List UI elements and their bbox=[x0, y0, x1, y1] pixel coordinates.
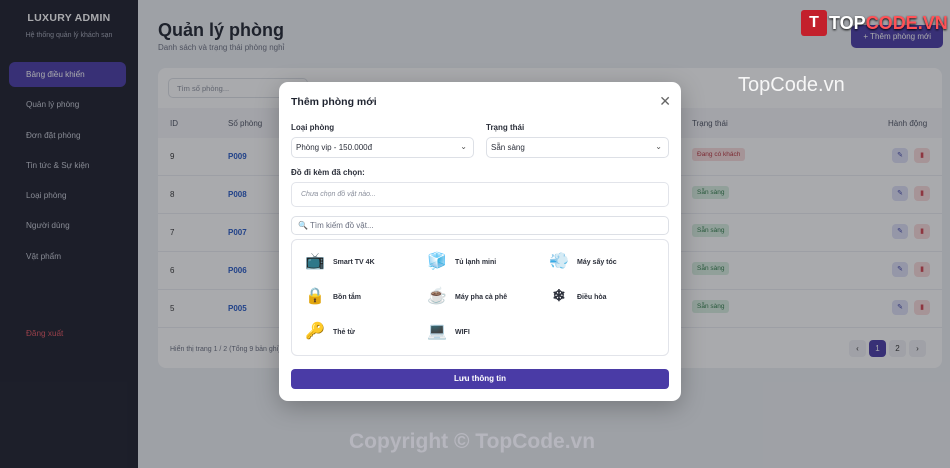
item-smart-tv[interactable]: 📺 Smart TV 4K bbox=[304, 251, 375, 273]
item-label: Thẻ từ bbox=[333, 328, 355, 336]
item-label: Tủ lạnh mini bbox=[455, 258, 497, 266]
item-label: Bồn tắm bbox=[333, 293, 361, 301]
save-button[interactable]: Lưu thông tin bbox=[291, 369, 669, 389]
watermark-top: TopCode.vn bbox=[738, 74, 845, 96]
item-mini-fridge[interactable]: 🧊 Tủ lạnh mini bbox=[426, 251, 496, 273]
chevron-down-icon: ⌄ bbox=[655, 142, 662, 151]
add-room-modal: Thêm phòng mới ✕ Loại phòng Phòng vip - … bbox=[279, 82, 681, 401]
room-type-value: Phòng vip - 150.000đ bbox=[296, 143, 373, 152]
item-label: WIFI bbox=[455, 328, 470, 336]
selected-items-box: Chưa chọn đồ vật nào... bbox=[291, 182, 669, 207]
coffee-icon: ☕ bbox=[427, 288, 447, 305]
watermark-bottom: Copyright © TopCode.vn bbox=[349, 430, 596, 453]
item-bathtub[interactable]: 🔒 Bồn tắm bbox=[304, 286, 361, 308]
included-items-label: Đồ đi kèm đã chọn: bbox=[291, 168, 365, 177]
logo-text: TOPCODE.VN bbox=[829, 13, 948, 34]
item-label: Smart TV 4K bbox=[333, 258, 375, 266]
logo-text-code: CODE.VN bbox=[865, 12, 948, 33]
hairdryer-icon: 💨 bbox=[549, 253, 569, 270]
status-value: Sẵn sàng bbox=[491, 143, 525, 152]
close-icon[interactable]: ✕ bbox=[659, 93, 671, 110]
item-search-input[interactable]: 🔍 Tìm kiếm đồ vật... bbox=[291, 216, 669, 235]
status-select[interactable]: Sẵn sàng ⌄ bbox=[486, 137, 669, 158]
aircon-icon: ❄ bbox=[552, 288, 566, 305]
item-label: Điều hòa bbox=[577, 293, 607, 301]
status-label: Trạng thái bbox=[486, 123, 525, 132]
item-air-conditioner[interactable]: ❄ Điều hòa bbox=[548, 286, 607, 308]
chevron-down-icon: ⌄ bbox=[460, 142, 467, 151]
room-type-select[interactable]: Phòng vip - 150.000đ ⌄ bbox=[291, 137, 474, 158]
logo-mark: T bbox=[801, 10, 827, 36]
laptop-icon: 💻 bbox=[427, 323, 447, 340]
keycard-icon: 🔑 bbox=[305, 323, 325, 340]
lock-icon: 🔒 bbox=[305, 288, 325, 305]
item-label: Máy sấy tóc bbox=[577, 258, 617, 266]
logo-text-top: TOP bbox=[829, 12, 866, 33]
items-grid: 📺 Smart TV 4K 🧊 Tủ lạnh mini 💨 Máy sấy t… bbox=[291, 239, 669, 356]
modal-title: Thêm phòng mới bbox=[291, 96, 377, 108]
item-wifi[interactable]: 💻 WIFI bbox=[426, 321, 470, 343]
fridge-icon: 🧊 bbox=[427, 253, 447, 270]
item-hair-dryer[interactable]: 💨 Máy sấy tóc bbox=[548, 251, 617, 273]
topcode-logo: T TOPCODE.VN bbox=[801, 10, 948, 36]
item-coffee-maker[interactable]: ☕ Máy pha cà phê bbox=[426, 286, 507, 308]
tv-icon: 📺 bbox=[305, 253, 325, 270]
item-key-card[interactable]: 🔑 Thẻ từ bbox=[304, 321, 355, 343]
room-type-label: Loại phòng bbox=[291, 123, 335, 132]
item-label: Máy pha cà phê bbox=[455, 293, 508, 301]
